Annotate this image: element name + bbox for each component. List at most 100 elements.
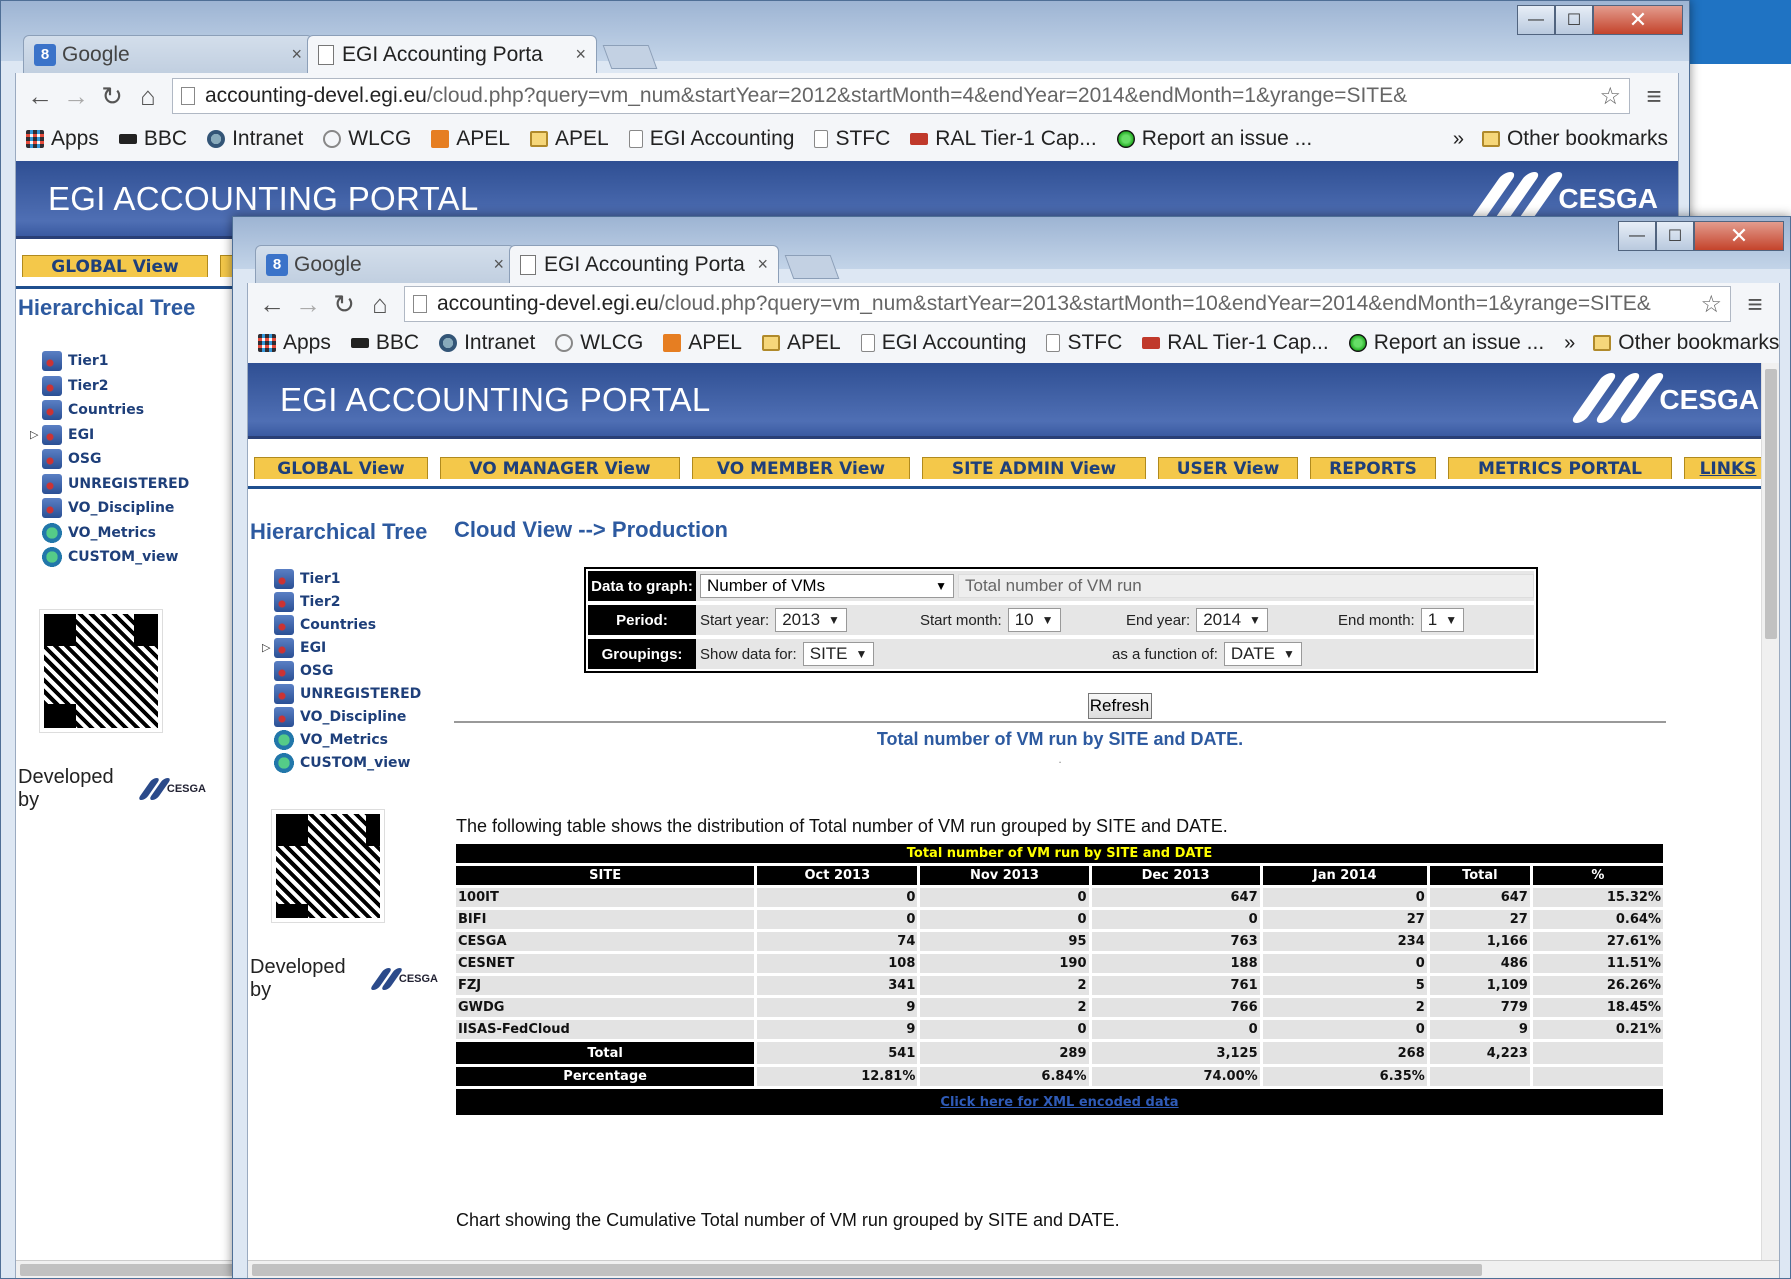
bookmark-item[interactable]: BBC	[118, 127, 187, 151]
nav-site-admin-view[interactable]: SITE ADMIN View	[922, 457, 1146, 479]
horizontal-scrollbar[interactable]	[248, 1260, 1779, 1278]
tree-item-countries[interactable]: Countries	[274, 613, 438, 636]
tab-google[interactable]: 8 Google ×	[255, 245, 515, 283]
bookmark-item[interactable]: Apps	[258, 331, 331, 355]
address-bar[interactable]: accounting-devel.egi.eu/cloud.php?query=…	[404, 286, 1731, 322]
dropdown-arrow-icon: ▼	[1282, 647, 1295, 661]
tree-item-vo_metrics[interactable]: VO_Metrics	[42, 521, 206, 546]
tree-item-unregistered[interactable]: UNREGISTERED	[42, 472, 206, 497]
close-window-button[interactable]: ✕	[1593, 5, 1683, 35]
new-tab-button[interactable]	[784, 255, 840, 279]
function-of-select[interactable]: DATE ▼	[1223, 642, 1302, 666]
address-bar[interactable]: accounting-devel.egi.eu/cloud.php?query=…	[172, 78, 1630, 114]
close-tab-icon[interactable]: ×	[493, 254, 504, 275]
forward-arrow-icon[interactable]: →	[290, 289, 326, 320]
scroll-thumb[interactable]	[20, 1264, 240, 1276]
vertical-scrollbar[interactable]	[1761, 363, 1779, 1260]
bookmark-star-icon[interactable]: ☆	[1700, 290, 1722, 319]
nav-metrics-portal[interactable]: METRICS PORTAL	[1448, 457, 1672, 479]
start-month-select[interactable]: 10 ▼	[1007, 608, 1061, 632]
tab-egi-accounting[interactable]: EGI Accounting Porta ×	[307, 35, 597, 73]
bookmark-label: BBC	[375, 331, 420, 354]
refresh-button[interactable]: Refresh	[1087, 693, 1152, 719]
bookmark-item[interactable]: STFC	[814, 127, 890, 151]
bookmark-item[interactable]: RAL Tier-1 Cap...	[910, 127, 1097, 151]
tree-item-vo_discipline[interactable]: VO_Discipline	[274, 705, 438, 728]
bookmark-item[interactable]: APEL	[663, 331, 742, 355]
tree-item-unregistered[interactable]: UNREGISTERED	[274, 682, 438, 705]
new-tab-button[interactable]	[602, 45, 658, 69]
bookmark-item[interactable]: RAL Tier-1 Cap...	[1142, 331, 1329, 355]
tree-item-countries[interactable]: Countries	[42, 398, 206, 423]
tree-item-tier1[interactable]: Tier1	[274, 567, 438, 590]
back-arrow-icon[interactable]: ←	[254, 289, 290, 320]
home-icon[interactable]: ⌂	[130, 81, 166, 112]
bookmark-item[interactable]: Apps	[26, 127, 99, 151]
tab-google[interactable]: 8 Google ×	[23, 35, 313, 73]
bookmark-star-icon[interactable]: ☆	[1599, 82, 1621, 111]
bookmark-item[interactable]: Intranet	[439, 331, 535, 355]
bookmark-item[interactable]: Report an issue ...	[1348, 331, 1544, 355]
tree-item-custom_view[interactable]: CUSTOM_view	[42, 545, 206, 570]
nav-links[interactable]: LINKS	[1684, 457, 1772, 479]
start-year-select[interactable]: 2013 ▼	[775, 608, 847, 632]
expand-triangle-icon[interactable]: ▷	[30, 428, 40, 441]
url-path: /cloud.php?query=vm_num&startYear=2012&s…	[426, 84, 1408, 107]
bookmark-item[interactable]: Intranet	[207, 127, 303, 151]
minimize-button[interactable]: —	[1517, 5, 1555, 35]
close-tab-icon[interactable]: ×	[291, 44, 302, 65]
expand-triangle-icon[interactable]: ▷	[262, 641, 272, 654]
bookmark-item[interactable]: APEL	[529, 127, 609, 151]
menu-icon[interactable]: ≡	[1636, 81, 1672, 112]
nav-vo-member-view[interactable]: VO MEMBER View	[692, 457, 910, 479]
tree-item-tier2[interactable]: Tier2	[274, 590, 438, 613]
nav-vo-manager-view[interactable]: VO MANAGER View	[440, 457, 680, 479]
tab-egi-accounting[interactable]: EGI Accounting Porta ×	[509, 245, 779, 283]
nav-user-view[interactable]: USER View	[1158, 457, 1298, 479]
home-icon[interactable]: ⌂	[362, 289, 398, 320]
tree-item-osg[interactable]: OSG	[42, 447, 206, 472]
reload-icon[interactable]: ↻	[326, 289, 362, 320]
bookmarks-overflow-chevron-icon[interactable]: »	[1564, 332, 1575, 355]
bookmarks-overflow-chevron-icon[interactable]: »	[1453, 128, 1464, 151]
close-tab-icon[interactable]: ×	[757, 254, 768, 275]
nav-global-view[interactable]: GLOBAL View	[22, 255, 208, 277]
xml-data-link[interactable]: Click here for XML encoded data	[456, 1089, 1663, 1115]
back-arrow-icon[interactable]: ←	[22, 81, 58, 112]
scroll-thumb[interactable]	[1765, 369, 1777, 639]
tab-label: EGI Accounting Porta	[544, 252, 745, 276]
reload-icon[interactable]: ↻	[94, 81, 130, 112]
tree-item-osg[interactable]: OSG	[274, 659, 438, 682]
forward-arrow-icon[interactable]: →	[58, 81, 94, 112]
bookmark-item[interactable]: APEL	[431, 127, 510, 151]
maximize-button[interactable]: ☐	[1555, 5, 1593, 35]
bookmark-item[interactable]: EGI Accounting	[860, 331, 1026, 355]
bookmark-item[interactable]: WLCG	[323, 127, 411, 151]
nav-global-view[interactable]: GLOBAL View	[254, 457, 428, 479]
tree-item-egi[interactable]: ▷ EGI	[30, 423, 206, 448]
tree-item-egi[interactable]: ▷ EGI	[262, 636, 438, 659]
close-tab-icon[interactable]: ×	[575, 44, 586, 65]
menu-icon[interactable]: ≡	[1737, 289, 1773, 320]
show-data-select[interactable]: SITE ▼	[802, 642, 875, 666]
tree-item-vo_discipline[interactable]: VO_Discipline	[42, 496, 206, 521]
bookmark-item[interactable]: WLCG	[555, 331, 643, 355]
bookmark-item[interactable]: BBC	[350, 331, 420, 355]
tree-item-tier1[interactable]: Tier1	[42, 349, 206, 374]
scroll-thumb[interactable]	[252, 1264, 1482, 1276]
bookmark-item[interactable]: APEL	[761, 331, 841, 355]
data-to-graph-select[interactable]: Number of VMs ▼	[700, 574, 954, 598]
bookmark-item[interactable]: EGI Accounting	[628, 127, 794, 151]
tree-item-custom_view[interactable]: CUSTOM_view	[274, 751, 438, 774]
portal-title: EGI ACCOUNTING PORTAL	[48, 179, 479, 217]
other-bookmarks[interactable]: Other bookmarks	[1481, 127, 1668, 151]
nav-reports[interactable]: REPORTS	[1310, 457, 1436, 479]
tree-item-tier2[interactable]: Tier2	[42, 374, 206, 399]
bookmark-item[interactable]: Report an issue ...	[1116, 127, 1312, 151]
other-bookmarks[interactable]: Other bookmarks	[1593, 331, 1779, 355]
tree-item-vo_metrics[interactable]: VO_Metrics	[274, 728, 438, 751]
end-month-select[interactable]: 1 ▼	[1420, 608, 1465, 632]
url-text: accounting-devel.egi.eu/cloud.php?query=…	[437, 292, 1694, 316]
end-year-select[interactable]: 2014 ▼	[1196, 608, 1268, 632]
bookmark-item[interactable]: STFC	[1046, 331, 1122, 355]
